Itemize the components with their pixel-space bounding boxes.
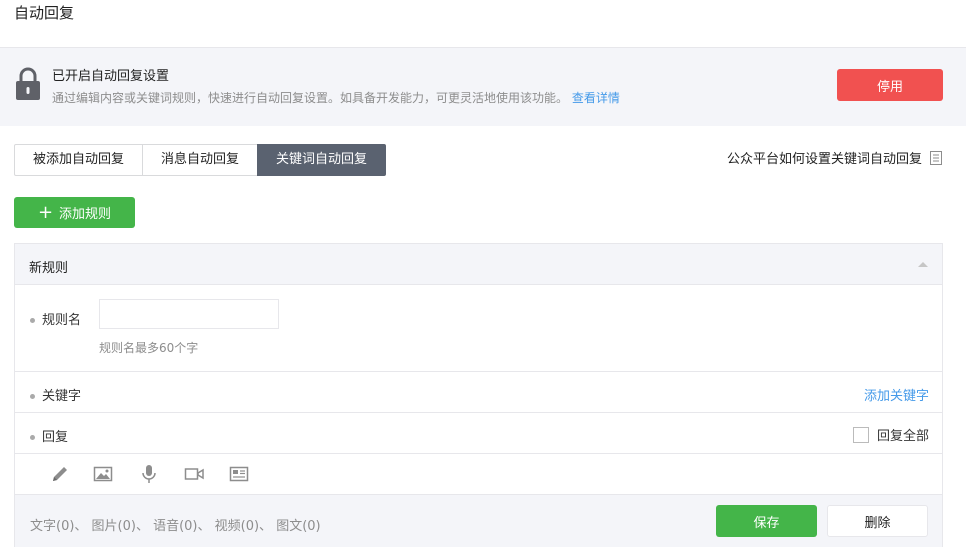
tab-keyword-auto-reply[interactable]: 关键词自动回复: [257, 144, 387, 176]
keyword-label: 关键字: [30, 385, 81, 404]
microphone-icon[interactable]: [139, 464, 159, 484]
document-icon: [930, 150, 942, 165]
plus-icon: +: [37, 201, 54, 223]
disable-button[interactable]: 停用: [837, 69, 943, 101]
bullet-icon: [30, 318, 35, 323]
bullet-icon: [30, 394, 35, 399]
delete-button[interactable]: 删除: [827, 505, 928, 537]
reply-count-summary: 文字(0)、 图片(0)、 语音(0)、 视频(0)、 图文(0): [30, 519, 321, 534]
save-button[interactable]: 保存: [716, 505, 817, 537]
help-link[interactable]: 公众平台如何设置关键词自动回复: [727, 148, 942, 167]
add-rule-button[interactable]: + 添加规则: [14, 197, 135, 228]
page-title: 自动回复: [14, 4, 75, 22]
reply-tabs: 被添加自动回复 消息自动回复 关键词自动回复: [14, 144, 387, 176]
rule-header[interactable]: 新规则: [15, 244, 942, 285]
reply-row: 回复 回复全部: [15, 413, 942, 454]
collapse-arrow-icon[interactable]: [918, 262, 928, 267]
rule-footer: 文字(0)、 图片(0)、 语音(0)、 视频(0)、 图文(0) 保存 删除: [15, 494, 942, 547]
help-link-label: 公众平台如何设置关键词自动回复: [726, 152, 922, 167]
reply-all-label: 回复全部: [876, 429, 929, 444]
tab-message-auto-reply[interactable]: 消息自动回复: [142, 144, 259, 176]
news-icon[interactable]: [229, 464, 249, 484]
reply-label: 回复: [30, 426, 68, 445]
rule-name-row: 规则名 规则名最多60个字: [15, 285, 942, 372]
pencil-icon[interactable]: [50, 464, 70, 484]
rule-panel: 新规则 规则名 规则名最多60个字 关键字 添加关键字 回复 回复全部 文字(0…: [14, 243, 943, 547]
bullet-icon: [30, 435, 35, 440]
rule-name-tip: 规则名最多60个字: [99, 341, 199, 355]
view-details-link[interactable]: 查看详情: [572, 91, 620, 105]
rule-title: 新规则: [29, 261, 69, 276]
reply-toolbar: [15, 454, 942, 494]
banner-title: 已开启自动回复设置: [52, 69, 170, 84]
reply-all-checkbox[interactable]: [852, 426, 869, 443]
tab-added-auto-reply[interactable]: 被添加自动回复: [14, 144, 144, 176]
add-keyword-link[interactable]: 添加关键字: [864, 385, 929, 404]
status-banner: 已开启自动回复设置 通过编辑内容或关键词规则，快速进行自动回复设置。如具备开发能…: [0, 47, 966, 126]
banner-description: 通过编辑内容或关键词规则，快速进行自动回复设置。如具备开发能力，可更灵活地使用该…: [52, 89, 620, 106]
rule-name-input[interactable]: [99, 299, 279, 329]
lock-icon: [14, 67, 42, 101]
keyword-row: 关键字 添加关键字: [15, 372, 942, 413]
add-rule-label: 添加规则: [59, 207, 112, 222]
image-icon[interactable]: [93, 464, 113, 484]
video-icon[interactable]: [184, 464, 204, 484]
banner-description-text: 通过编辑内容或关键词规则，快速进行自动回复设置。如具备开发能力，可更灵活地使用该…: [52, 91, 569, 105]
reply-all-option[interactable]: 回复全部: [852, 425, 929, 444]
rule-name-label: 规则名: [30, 309, 81, 328]
